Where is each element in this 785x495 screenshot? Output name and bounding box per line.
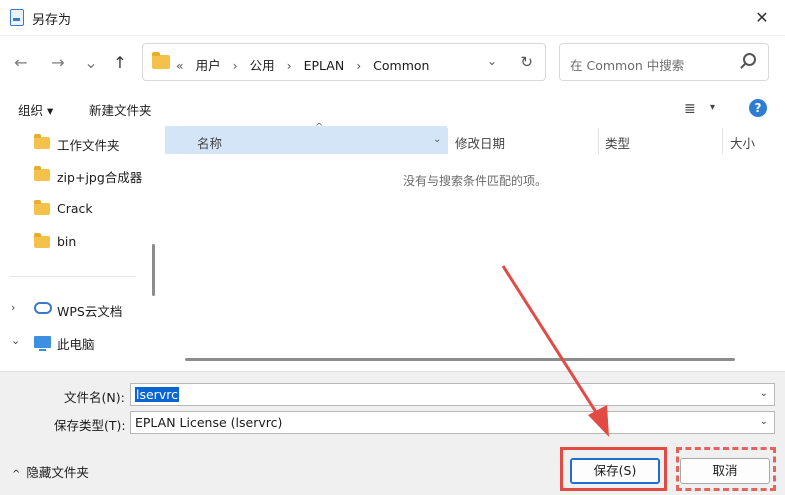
filename-input[interactable]: lservrc (135, 387, 179, 402)
search-box[interactable]: 在 Common 中搜索 (559, 43, 769, 81)
navigation-bar: ← → ⌄ ↑ « 用户 › 公用 › EPLAN › Common ⌄ ↻ 在… (0, 38, 785, 88)
file-list-scrollbar[interactable] (185, 358, 735, 361)
filetype-label: 保存类型(T): (54, 418, 126, 433)
dialog-footer: ^ 隐藏文件夹 保存(S) 取消 (0, 437, 785, 495)
folder-icon (34, 166, 50, 181)
column-divider[interactable] (598, 128, 599, 154)
sidebar-item-label: bin (57, 234, 77, 249)
sidebar-item-zip-jpg[interactable]: zip+jpg合成器 (0, 161, 150, 189)
cloud-icon (34, 302, 52, 314)
sidebar-item-crack[interactable]: Crack (0, 195, 150, 223)
sidebar-item-label: zip+jpg合成器 (57, 170, 143, 185)
breadcrumb: « 用户 › 公用 › EPLAN › Common (176, 55, 437, 74)
title-bar: 另存为 ✕ (0, 0, 785, 36)
breadcrumb-separator[interactable]: › (287, 58, 292, 73)
search-icon[interactable] (743, 53, 756, 66)
sidebar-scrollbar[interactable] (152, 244, 155, 296)
filename-label: 文件名(N): (64, 390, 125, 405)
folder-icon (34, 233, 50, 248)
sidebar-item-wps-cloud[interactable]: › WPS云文档 (0, 295, 150, 323)
cancel-button-highlight (676, 447, 776, 491)
empty-list-message: 没有与搜索条件匹配的项。 (402, 174, 547, 188)
save-button-highlight (560, 447, 667, 491)
breadcrumb-overflow[interactable]: « (176, 58, 184, 73)
view-dropdown-icon[interactable]: ▾ (710, 102, 715, 113)
navigation-pane: 工作文件夹 zip+jpg合成器 Crack bin › WPS云文档 ⌄ 此电… (0, 126, 160, 370)
refresh-icon[interactable]: ↻ (520, 53, 533, 71)
new-folder-button[interactable]: 新建文件夹 (89, 100, 152, 119)
sidebar-item-label: 此电脑 (57, 337, 95, 352)
chevron-down-icon[interactable]: ⌄ (11, 334, 20, 347)
recent-locations-chevron-icon[interactable]: ⌄ (78, 50, 104, 76)
column-name[interactable]: 名称 (197, 133, 222, 152)
file-list-pane: ^ 名称 ⌄ 修改日期 类型 大小 没有与搜索条件匹配的项。 (165, 122, 785, 370)
column-modified[interactable]: 修改日期 (455, 133, 505, 152)
column-divider[interactable] (722, 128, 723, 154)
column-divider[interactable] (447, 128, 448, 154)
view-options-icon[interactable]: ≣ (684, 101, 696, 117)
sidebar-item-label: WPS云文档 (57, 304, 123, 319)
filetype-dropdown-icon[interactable]: ⌄ (760, 416, 768, 427)
address-bar[interactable]: « 用户 › 公用 › EPLAN › Common ⌄ ↻ (142, 43, 546, 81)
close-icon[interactable]: ✕ (739, 0, 785, 36)
chevron-right-icon[interactable]: › (11, 301, 15, 314)
breadcrumb-item[interactable]: Common (373, 58, 429, 73)
window-title: 另存为 (32, 13, 72, 28)
hide-folders-label: 隐藏文件夹 (26, 465, 89, 480)
breadcrumb-separator[interactable]: › (233, 58, 238, 73)
folder-icon (34, 134, 50, 149)
column-size[interactable]: 大小 (730, 133, 755, 152)
column-header: ^ 名称 ⌄ 修改日期 类型 大小 (165, 122, 785, 154)
command-bar: 组织 ▾ 新建文件夹 ≣ ▾ ? (0, 94, 785, 124)
sidebar-divider (10, 276, 136, 277)
breadcrumb-item[interactable]: 用户 (196, 58, 221, 73)
back-arrow-icon[interactable]: ← (8, 50, 34, 76)
sidebar-item-this-pc[interactable]: ⌄ 此电脑 (0, 328, 150, 356)
hide-folders-toggle[interactable]: ^ 隐藏文件夹 (12, 462, 89, 481)
filename-field[interactable]: lservrc ⌄ (130, 383, 775, 406)
up-arrow-icon[interactable]: ↑ (107, 50, 133, 76)
sidebar-item-label: Crack (57, 201, 93, 216)
sort-ascending-icon: ^ (315, 122, 324, 133)
column-type[interactable]: 类型 (605, 133, 630, 152)
folder-icon (34, 200, 50, 215)
breadcrumb-item[interactable]: 公用 (250, 58, 275, 73)
filetype-select[interactable]: EPLAN License (lservrc) ⌄ (130, 411, 775, 434)
computer-icon (34, 336, 51, 351)
forward-arrow-icon[interactable]: → (45, 50, 71, 76)
chevron-up-icon: ^ (12, 469, 21, 480)
save-form: 文件名(N): lservrc ⌄ 保存类型(T): EPLAN License… (0, 371, 785, 437)
folder-icon (152, 52, 170, 69)
column-name-dropdown-icon[interactable]: ⌄ (433, 134, 441, 145)
filename-dropdown-icon[interactable]: ⌄ (760, 388, 768, 399)
search-input[interactable]: 在 Common 中搜索 (570, 55, 684, 74)
sidebar-item-label: 工作文件夹 (57, 138, 120, 153)
help-icon[interactable]: ? (749, 99, 767, 117)
breadcrumb-item[interactable]: EPLAN (304, 58, 345, 73)
save-dialog-icon (10, 9, 24, 26)
address-dropdown-icon[interactable]: ⌄ (487, 54, 497, 68)
sidebar-item-bin[interactable]: bin (0, 228, 150, 256)
organize-button[interactable]: 组织 ▾ (18, 100, 53, 119)
breadcrumb-separator[interactable]: › (356, 58, 361, 73)
sidebar-item-work-folder[interactable]: 工作文件夹 (0, 129, 150, 157)
filetype-value: EPLAN License (lservrc) (135, 415, 283, 430)
